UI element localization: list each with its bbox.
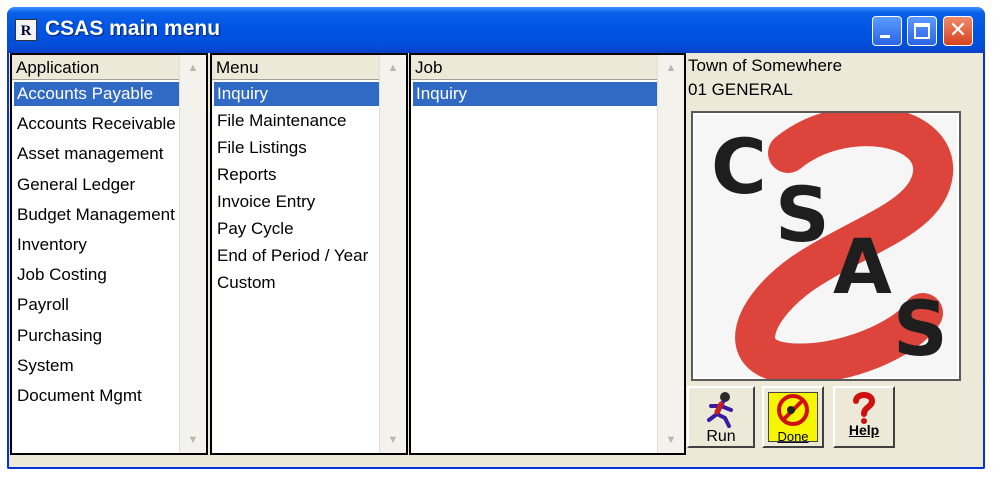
run-label: Run bbox=[706, 428, 736, 445]
menu-header[interactable]: Menu bbox=[212, 55, 382, 80]
done-button[interactable]: Done bbox=[762, 386, 824, 448]
list-item[interactable]: Purchasing bbox=[14, 324, 180, 348]
scroll-up-icon[interactable]: ▲ bbox=[381, 56, 405, 80]
scroll-up-icon[interactable]: ▲ bbox=[659, 56, 683, 80]
done-face: Done bbox=[768, 392, 818, 444]
scroll-up-icon[interactable]: ▲ bbox=[181, 56, 205, 80]
application-scrollbar[interactable]: ▲ ▼ bbox=[179, 55, 206, 453]
list-item[interactable]: Inventory bbox=[14, 233, 180, 257]
logo-letter-s2: S bbox=[893, 284, 948, 373]
no-entry-icon bbox=[777, 394, 809, 426]
scroll-down-icon[interactable]: ▼ bbox=[181, 428, 205, 452]
job-list[interactable]: Job Inquiry ▲ ▼ bbox=[409, 53, 686, 455]
list-item[interactable]: Document Mgmt bbox=[14, 384, 180, 408]
application-header[interactable]: Application bbox=[12, 55, 182, 80]
list-item[interactable]: Reports bbox=[214, 163, 380, 187]
list-item[interactable]: Pay Cycle bbox=[214, 217, 380, 241]
help-label: Help bbox=[848, 422, 880, 438]
job-scrollbar[interactable]: ▲ ▼ bbox=[657, 55, 684, 453]
list-item[interactable]: Invoice Entry bbox=[214, 190, 380, 214]
job-header[interactable]: Job bbox=[411, 55, 660, 80]
list-item[interactable]: General Ledger bbox=[14, 173, 180, 197]
list-item[interactable]: Inquiry bbox=[214, 82, 380, 106]
menu-scrollbar[interactable]: ▲ ▼ bbox=[379, 55, 406, 453]
maximize-icon bbox=[914, 23, 930, 39]
help-button[interactable]: Help bbox=[833, 386, 895, 448]
window-title: CSAS main menu bbox=[45, 17, 221, 40]
list-item[interactable]: Custom bbox=[214, 271, 380, 295]
app-icon[interactable]: R bbox=[15, 19, 37, 41]
logo-letter-c: C bbox=[711, 122, 767, 211]
list-item[interactable]: Accounts Receivable bbox=[14, 112, 180, 136]
csas-logo: C S A S bbox=[691, 106, 961, 384]
logo-letter-s1: S bbox=[775, 170, 830, 259]
minimize-icon bbox=[880, 35, 890, 38]
menu-list[interactable]: Menu Inquiry File Maintenance File Listing… bbox=[210, 53, 408, 455]
list-item[interactable]: End of Period / Year bbox=[214, 244, 380, 268]
list-item[interactable]: Asset management bbox=[14, 142, 180, 166]
question-mark-icon bbox=[853, 392, 876, 424]
title-bar[interactable]: R CSAS main menu ✕ bbox=[7, 7, 985, 53]
done-label: Done bbox=[777, 429, 809, 444]
fund-name: 01 GENERAL bbox=[688, 80, 793, 99]
list-item[interactable]: File Maintenance bbox=[214, 109, 380, 133]
logo-graphic: C S A S bbox=[711, 106, 954, 384]
list-item[interactable]: Payroll bbox=[14, 293, 180, 317]
runner-icon bbox=[707, 392, 733, 428]
application-list[interactable]: Application Accounts Payable Accounts Rec… bbox=[10, 53, 208, 455]
list-item[interactable]: Budget Management bbox=[14, 203, 180, 227]
logo-letter-a: A bbox=[833, 222, 892, 311]
run-button[interactable]: Run bbox=[687, 386, 755, 448]
list-item[interactable]: File Listings bbox=[214, 136, 380, 160]
list-item[interactable]: System bbox=[14, 354, 180, 378]
list-item[interactable]: Accounts Payable bbox=[14, 82, 180, 106]
organization-name: Town of Somewhere bbox=[688, 56, 843, 75]
scroll-down-icon[interactable]: ▼ bbox=[659, 428, 683, 452]
minimize-button[interactable] bbox=[872, 16, 902, 46]
maximize-button[interactable] bbox=[907, 16, 937, 46]
list-item[interactable]: Job Costing bbox=[14, 263, 180, 287]
close-button[interactable]: ✕ bbox=[943, 16, 973, 46]
scroll-down-icon[interactable]: ▼ bbox=[381, 428, 405, 452]
list-item[interactable]: Inquiry bbox=[413, 82, 657, 106]
close-icon: ✕ bbox=[948, 18, 968, 43]
